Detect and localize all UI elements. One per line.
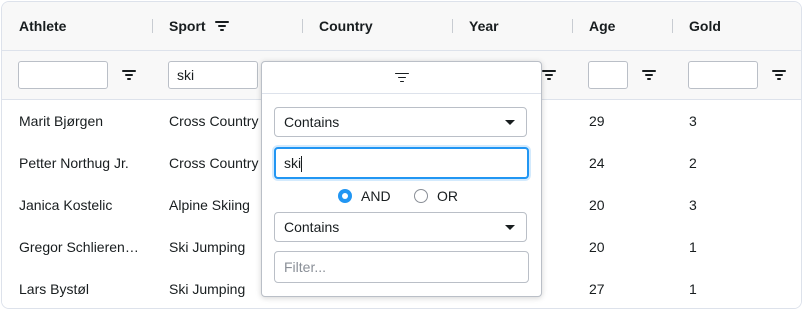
athlete-filter-button-icon[interactable] [122,69,136,81]
header-row: Athlete Sport Country Year Age Gold [2,2,801,51]
header-year[interactable]: Year [452,2,572,50]
condition-1-select[interactable]: Contains [274,107,527,137]
header-label: Athlete [19,18,67,34]
text-cursor [301,156,303,173]
gold-cell: 2 [689,155,697,171]
age-filter-input[interactable] [588,61,628,89]
gold-cell: 1 [689,281,697,297]
filter-tab-icon[interactable] [394,72,409,84]
radio-selected-icon [338,189,352,203]
and-radio[interactable]: AND [338,188,391,204]
condition-1-value: Contains [284,114,340,130]
athlete-cell: Lars Bystøl [19,281,90,297]
athlete-cell: Marit Bjørgen [19,113,104,129]
age-cell: 27 [589,281,605,297]
athlete-filter-input[interactable] [18,61,108,89]
age-cell: 20 [589,239,605,255]
gold-cell: 3 [689,197,697,213]
age-cell: 29 [589,113,605,129]
gold-cell: 1 [689,239,697,255]
header-label: Age [589,18,616,34]
header-label: Country [319,18,373,34]
athlete-cell: Gregor Schlierenzauer [19,239,144,255]
header-athlete[interactable]: Athlete [2,2,152,50]
age-cell: 24 [589,155,605,171]
athlete-cell: Petter Northug Jr. [19,155,129,171]
filter-value-2-placeholder: Filter... [284,259,327,275]
or-label: OR [437,188,458,204]
gold-filter-input[interactable] [688,61,758,89]
header-gold[interactable]: Gold [672,2,801,50]
header-country[interactable]: Country [302,2,452,50]
year-filter-button-icon[interactable] [542,69,556,81]
age-filter-button-icon[interactable] [642,69,656,81]
chevron-down-icon [505,120,515,125]
athlete-cell: Janica Kostelic [19,197,113,213]
popup-tab-bar [262,62,541,94]
filter-value-1-text: ski [284,155,302,171]
header-sport[interactable]: Sport [152,2,302,50]
condition-2-value: Contains [284,219,340,235]
chevron-down-icon [505,225,515,230]
sport-filter-input[interactable] [168,61,258,89]
filter-value-2-input[interactable]: Filter... [274,251,529,283]
gold-filter-button-icon[interactable] [772,69,786,81]
header-label: Gold [689,18,721,34]
condition-2-select[interactable]: Contains [274,212,527,242]
header-label: Sport [169,18,206,34]
age-cell: 20 [589,197,605,213]
filter-popup: Contains ski AND OR Contains Filter... [261,61,542,297]
and-label: AND [361,188,391,204]
header-age[interactable]: Age [572,2,672,50]
gold-cell: 3 [689,113,697,129]
radio-unselected-icon [414,189,428,203]
filter-value-1-input[interactable]: ski [274,147,529,179]
filter-icon [214,20,229,32]
header-label: Year [469,18,499,34]
or-radio[interactable]: OR [414,188,458,204]
